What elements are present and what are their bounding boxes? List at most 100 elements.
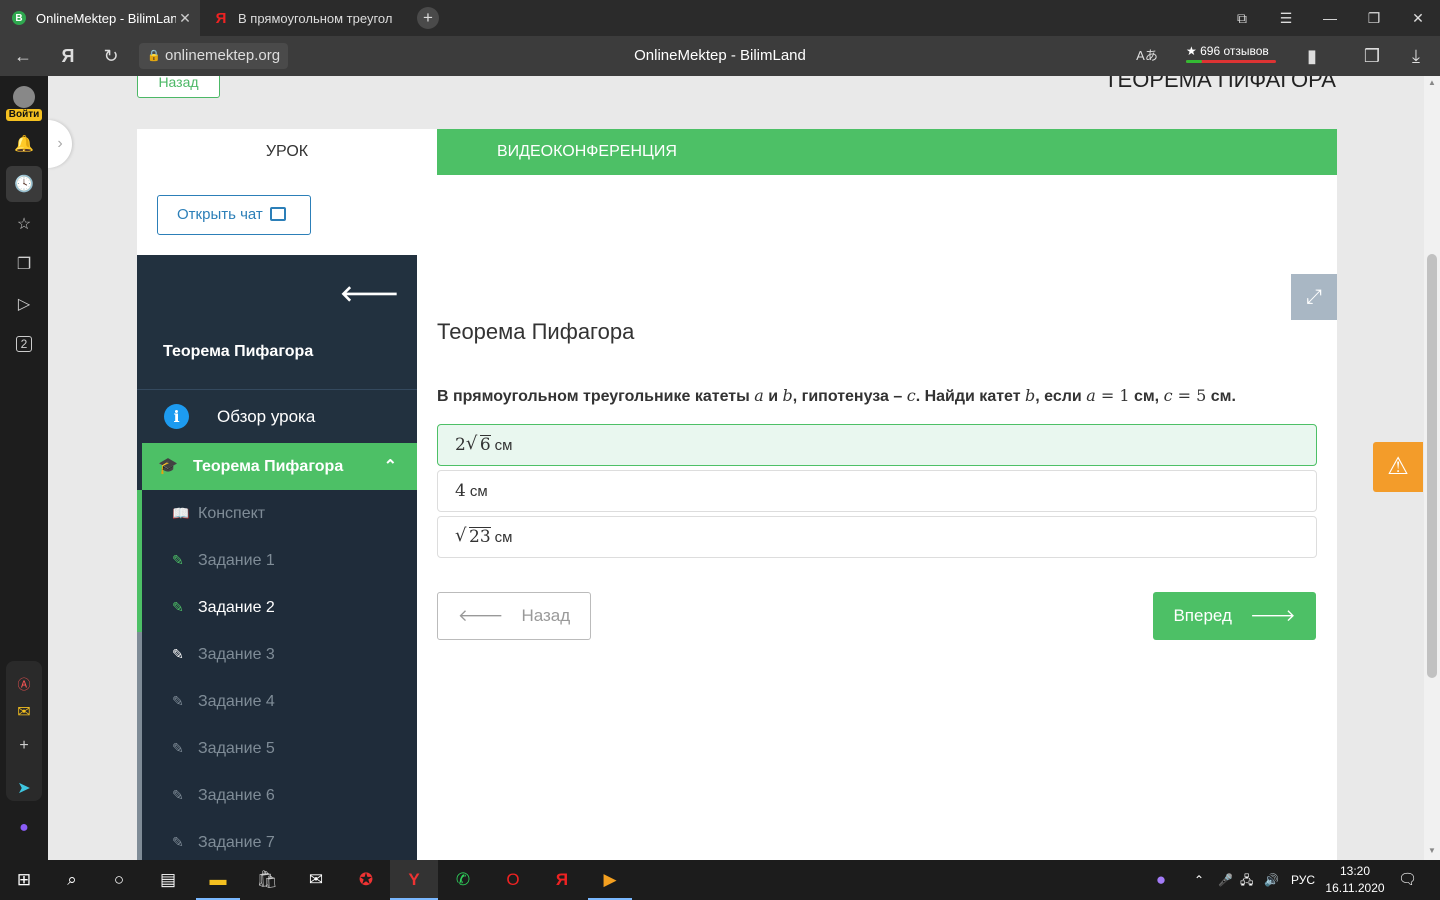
arrow-left-icon: 🡐 xyxy=(457,606,504,625)
alice-icon[interactable]: ● xyxy=(1146,865,1176,895)
graduation-cap-icon: 🎓 xyxy=(158,458,178,475)
sidebar-item-task-6[interactable]: ✎ Задание 6 xyxy=(142,772,417,819)
browser-tab-strip: B OnlineMektep - BilimLand ✕ Я В прямоуг… xyxy=(0,0,1440,36)
edit-icon: ✎ xyxy=(172,693,184,709)
sidebar-item-overview[interactable]: i Обзор урока xyxy=(137,389,417,443)
sidebar-item-label: Задание 4 xyxy=(198,693,275,710)
page-viewport: › Назад ТЕОРЕМА ПИФАГОРА УРОК ВИДЕОКОНФЕ… xyxy=(48,76,1424,860)
play-icon[interactable]: ▷ xyxy=(9,289,39,319)
answer-option-2[interactable]: 4 см xyxy=(437,470,1317,512)
microphone-icon[interactable]: 🎤 xyxy=(1218,860,1233,900)
translate-app-icon[interactable]: Ⓐ xyxy=(9,668,39,698)
sidebar-item-task-5[interactable]: ✎ Задание 5 xyxy=(142,725,417,772)
bell-icon[interactable]: 🔔 xyxy=(9,129,39,159)
option-unit: см xyxy=(469,483,488,500)
clock-time: 13:20 xyxy=(1339,864,1371,878)
back-arrow-icon[interactable]: ← xyxy=(10,44,36,68)
file-explorer-icon[interactable]: ▬ xyxy=(203,865,233,895)
browser-tab[interactable]: Я В прямоугольном треугол xyxy=(202,0,398,36)
notifications-icon[interactable]: 🗨 xyxy=(1398,860,1417,900)
mail-icon[interactable]: ✉ xyxy=(301,865,331,895)
antivirus-icon[interactable]: ✪ xyxy=(351,865,381,895)
media-player-icon[interactable]: ▶ xyxy=(595,865,625,895)
sidebar-item-task-1[interactable]: ✎ Задание 1 xyxy=(142,537,417,584)
arrow-left-icon[interactable]: 🡐 xyxy=(340,281,399,307)
login-button[interactable]: Войти xyxy=(6,86,42,122)
edit-icon: ✎ xyxy=(172,834,184,850)
badge-icon[interactable]: 2 xyxy=(9,329,39,359)
lesson-title: ТЕОРЕМА ПИФАГОРА xyxy=(1104,76,1336,92)
tab-videoconference[interactable]: ВИДЕОКОНФЕРЕНЦИЯ xyxy=(437,129,1337,175)
avatar xyxy=(13,86,35,108)
opera-icon[interactable]: O xyxy=(498,865,528,895)
bookmark-icon[interactable]: ▮ xyxy=(1299,44,1325,68)
sidebar-section-label: Теорема Пифагора xyxy=(193,458,344,475)
language-indicator[interactable]: РУС xyxy=(1291,860,1315,900)
collections-icon[interactable]: ❐ xyxy=(9,249,39,279)
alice-icon[interactable]: ● xyxy=(9,813,39,843)
open-chat-button[interactable]: Открыть чат xyxy=(157,195,311,235)
reload-icon[interactable]: ↻ xyxy=(98,44,124,68)
answer-option-1[interactable]: 26см xyxy=(437,424,1317,466)
url-field[interactable]: 🔒 onlinemektep.org xyxy=(139,43,289,69)
sidebar-item-label: Задание 2 xyxy=(198,599,275,616)
back-link-button[interactable]: Назад xyxy=(137,76,220,98)
close-icon[interactable]: ✕ xyxy=(176,10,194,27)
yandex-browser-icon[interactable]: Y xyxy=(399,865,429,895)
history-icon[interactable]: 🕓 xyxy=(9,169,39,199)
collections-panel-icon[interactable]: ❒ xyxy=(1359,44,1385,68)
sidebar-item-konspekt[interactable]: 📖 Конспект xyxy=(142,490,417,537)
sidebar-item-label: Конспект xyxy=(198,505,266,522)
sidebar-item-label: Задание 1 xyxy=(198,552,275,569)
info-icon: i xyxy=(164,404,189,429)
tab-title: OnlineMektep - BilimLand xyxy=(36,10,176,26)
sidebar-item-task-2[interactable]: ✎ Задание 2 xyxy=(142,584,417,631)
store-icon[interactable]: 🛍 xyxy=(252,865,282,895)
clock[interactable]: 13:20 16.11.2020 xyxy=(1322,863,1388,897)
scrollbar-thumb[interactable] xyxy=(1427,254,1437,678)
sidebar-item-task-4[interactable]: ✎ Задание 4 xyxy=(142,678,417,725)
sqrt-symbol: 23 xyxy=(455,516,491,557)
chevron-right-icon[interactable]: › xyxy=(48,120,72,168)
collections-icon[interactable]: ⧉ xyxy=(1220,0,1264,36)
next-button[interactable]: Вперед 🡒 xyxy=(1153,592,1316,640)
sidebar-item-task-7[interactable]: ✎ Задание 7 xyxy=(142,819,417,860)
sidebar-item-task-3[interactable]: ✎ Задание 3 xyxy=(142,631,417,678)
browser-tab-active[interactable]: B OnlineMektep - BilimLand ✕ xyxy=(0,0,200,36)
mail-icon[interactable]: ✉ xyxy=(9,697,39,727)
yandex-icon[interactable]: Я xyxy=(547,865,577,895)
fullscreen-expand-icon[interactable]: ⤢ xyxy=(1291,274,1337,320)
warning-report-icon[interactable]: ⚠ xyxy=(1373,442,1423,492)
tab-lesson[interactable]: УРОК xyxy=(137,129,437,175)
whatsapp-icon[interactable]: ✆ xyxy=(448,865,478,895)
close-window-icon[interactable]: ✕ xyxy=(1396,0,1440,36)
sidebar-section-pythagoras[interactable]: 🎓 Теорема Пифагора ⌃ xyxy=(142,443,417,490)
reviews-badge[interactable]: ★ 696 отзывов xyxy=(1186,44,1269,58)
back-button[interactable]: 🡐 Назад xyxy=(437,592,591,640)
network-icon[interactable]: 🖧 xyxy=(1240,860,1253,900)
star-icon[interactable]: ☆ xyxy=(9,209,39,239)
volume-icon[interactable]: 🔊 xyxy=(1264,860,1279,900)
option-unit: см xyxy=(494,437,513,454)
minimize-icon[interactable]: — xyxy=(1308,0,1352,36)
new-tab-button[interactable]: + xyxy=(417,7,439,29)
windows-start-icon[interactable]: ⊞ xyxy=(9,865,39,895)
answer-option-3[interactable]: 23см xyxy=(437,516,1317,558)
search-icon[interactable]: ⌕ xyxy=(57,865,87,895)
menu-icon[interactable]: ☰ xyxy=(1264,0,1308,36)
tray-chevron-icon[interactable]: ⌃ xyxy=(1194,860,1204,900)
page-scrollbar[interactable]: ▲ ▼ xyxy=(1424,76,1440,860)
translate-icon[interactable]: Aあ xyxy=(1134,44,1160,68)
yandex-logo-icon[interactable]: Я xyxy=(55,44,81,68)
option-radicand: 6 xyxy=(479,435,491,455)
scroll-down-icon[interactable]: ▼ xyxy=(1424,846,1440,855)
restore-icon[interactable]: ❐ xyxy=(1352,0,1396,36)
download-icon[interactable]: ⤓ xyxy=(1403,44,1429,68)
task-view-icon[interactable]: ▤ xyxy=(153,865,183,895)
add-icon[interactable]: + xyxy=(9,731,39,761)
send-icon[interactable]: ➤ xyxy=(9,773,39,803)
scroll-up-icon[interactable]: ▲ xyxy=(1424,78,1440,87)
back-button-label: Назад xyxy=(521,606,571,625)
cortana-icon[interactable]: ○ xyxy=(104,865,134,895)
question-heading: Теорема Пифагора xyxy=(437,319,635,344)
